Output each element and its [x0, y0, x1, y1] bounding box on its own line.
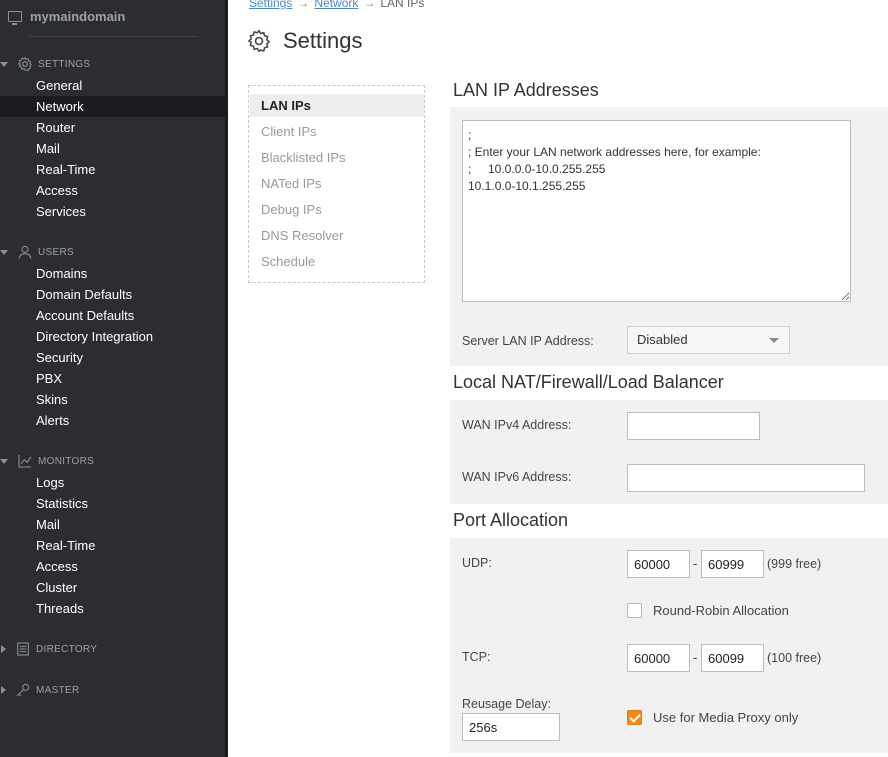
- sidebar-item-mail[interactable]: Mail: [0, 138, 225, 159]
- chevron-down-icon: [0, 458, 8, 464]
- directory-icon: [14, 641, 32, 657]
- sidebar-item-router[interactable]: Router: [0, 117, 225, 138]
- lan-section-title: LAN IP Addresses: [453, 80, 599, 100]
- tcp-from-input[interactable]: [627, 644, 690, 672]
- subnav-client-ips[interactable]: Client IPs: [250, 120, 424, 143]
- subnav-debug-ips[interactable]: Debug IPs: [250, 198, 424, 221]
- sidebar-item-account-defaults[interactable]: Account Defaults: [0, 305, 225, 326]
- section-label: MONITORS: [38, 455, 95, 467]
- sidebar-item-alerts[interactable]: Alerts: [0, 410, 225, 431]
- sidebar-item-monitor-mail[interactable]: Mail: [0, 514, 225, 535]
- sidebar: mymaindomain SETTINGS General Network Ro…: [0, 0, 225, 757]
- udp-from-input[interactable]: [627, 550, 690, 578]
- sidebar-item-threads[interactable]: Threads: [0, 598, 225, 619]
- udp-label: UDP:: [462, 556, 492, 570]
- section-label: USERS: [38, 246, 74, 258]
- round-robin-label: Round-Robin Allocation: [653, 603, 789, 618]
- page-header: Settings: [247, 28, 363, 54]
- subnav-blacklisted-ips[interactable]: Blacklisted IPs: [250, 146, 424, 169]
- wan-ipv4-input[interactable]: [627, 412, 760, 440]
- section-label: DIRECTORY: [36, 643, 98, 655]
- media-proxy-label: Use for Media Proxy only: [653, 710, 799, 725]
- ports-section-title: Port Allocation: [453, 510, 569, 530]
- sidebar-item-pbx[interactable]: PBX: [0, 368, 225, 389]
- settings-subnav: LAN IPs Client IPs Blacklisted IPs NATed…: [248, 85, 425, 283]
- section-settings[interactable]: SETTINGS: [0, 56, 90, 72]
- breadcrumb-network-link[interactable]: Network: [314, 0, 358, 10]
- sidebar-divider: [28, 36, 198, 37]
- sidebar-item-services[interactable]: Services: [0, 201, 225, 222]
- chevron-right-icon: [1, 686, 6, 694]
- sidebar-item-network[interactable]: Network: [0, 96, 225, 117]
- section-directory[interactable]: DIRECTORY: [0, 641, 97, 657]
- sidebar-item-cluster[interactable]: Cluster: [0, 577, 225, 598]
- subnav-nated-ips[interactable]: NATed IPs: [250, 172, 424, 195]
- sidebar-item-directory-integration[interactable]: Directory Integration: [0, 326, 225, 347]
- section-label: SETTINGS: [38, 58, 91, 70]
- chevron-down-icon: [0, 61, 8, 67]
- breadcrumb: Settings → Network → LAN IPs: [249, 0, 424, 10]
- sidebar-item-monitor-real-time[interactable]: Real-Time: [0, 535, 225, 556]
- lan-addresses-textarea[interactable]: [462, 120, 851, 302]
- server-lan-ip-select[interactable]: Disabled: [627, 326, 790, 354]
- sidebar-item-access[interactable]: Access: [0, 180, 225, 201]
- breadcrumb-current: LAN IPs: [380, 0, 425, 10]
- sidebar-item-domains[interactable]: Domains: [0, 263, 225, 284]
- sidebar-item-monitor-access[interactable]: Access: [0, 556, 225, 577]
- breadcrumb-arrow-icon: →: [297, 0, 310, 10]
- udp-to-input[interactable]: [701, 550, 764, 578]
- server-lan-ip-value: Disabled: [637, 332, 688, 347]
- domain-switcher[interactable]: mymaindomain: [8, 7, 125, 25]
- sidebar-border: [225, 0, 228, 757]
- wan-ipv4-label: WAN IPv4 Address:: [462, 418, 572, 432]
- monitor-icon: [8, 10, 22, 25]
- nat-section-title: Local NAT/Firewall/Load Balancer: [453, 372, 724, 392]
- reusage-delay-label: Reusage Delay:: [462, 697, 551, 711]
- subnav-dns-resolver[interactable]: DNS Resolver: [250, 224, 424, 247]
- sidebar-item-logs[interactable]: Logs: [0, 472, 225, 493]
- section-users[interactable]: USERS: [0, 244, 74, 260]
- udp-free-count: (999 free): [767, 557, 822, 571]
- chevron-down-icon: [0, 249, 8, 255]
- section-label: MASTER: [36, 684, 80, 696]
- sidebar-item-general[interactable]: General: [0, 75, 225, 96]
- tcp-label: TCP:: [462, 650, 491, 664]
- gear-icon: [247, 29, 271, 53]
- tcp-to-input[interactable]: [701, 644, 764, 672]
- tcp-range-dash: -: [693, 650, 698, 665]
- wan-ipv6-input[interactable]: [627, 464, 865, 492]
- subnav-schedule[interactable]: Schedule: [250, 250, 424, 273]
- page-title: Settings: [283, 28, 363, 53]
- sidebar-item-security[interactable]: Security: [0, 347, 225, 368]
- wan-ipv6-label: WAN IPv6 Address:: [462, 470, 572, 484]
- chart-icon: [16, 453, 34, 469]
- key-icon: [14, 682, 32, 698]
- sidebar-item-skins[interactable]: Skins: [0, 389, 225, 410]
- user-icon: [16, 244, 34, 260]
- sidebar-item-domain-defaults[interactable]: Domain Defaults: [0, 284, 225, 305]
- reusage-delay-input[interactable]: [462, 713, 560, 741]
- chevron-right-icon: [1, 645, 6, 653]
- breadcrumb-settings-link[interactable]: Settings: [249, 0, 292, 10]
- subnav-lan-ips[interactable]: LAN IPs: [250, 94, 424, 117]
- sidebar-item-statistics[interactable]: Statistics: [0, 493, 225, 514]
- domain-name: mymaindomain: [30, 8, 126, 24]
- gear-icon: [16, 56, 34, 72]
- udp-range-dash: -: [693, 556, 698, 571]
- media-proxy-checkbox[interactable]: [627, 710, 642, 725]
- dropdown-arrow-icon: [769, 338, 779, 343]
- breadcrumb-arrow-icon: →: [363, 0, 376, 10]
- sidebar-item-real-time[interactable]: Real-Time: [0, 159, 225, 180]
- tcp-free-count: (100 free): [767, 651, 822, 665]
- server-lan-ip-label: Server LAN IP Address:: [462, 334, 594, 348]
- section-monitors[interactable]: MONITORS: [0, 453, 94, 469]
- round-robin-checkbox[interactable]: [627, 603, 642, 618]
- section-master[interactable]: MASTER: [0, 682, 79, 698]
